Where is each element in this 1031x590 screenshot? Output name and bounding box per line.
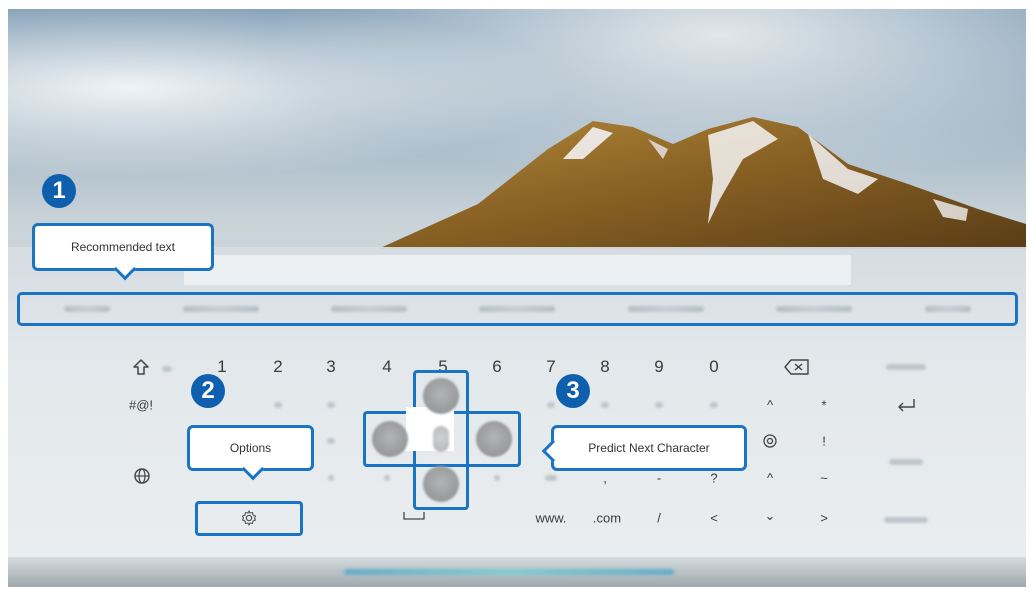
slash-key[interactable]: / (657, 511, 661, 526)
key-asterisk[interactable]: * (821, 398, 826, 413)
key-tilde[interactable]: ~ (820, 471, 828, 486)
key-blurred[interactable] (547, 402, 555, 408)
key-blurred[interactable] (655, 402, 663, 408)
key-blurred[interactable] (601, 402, 609, 408)
key-blurred[interactable] (328, 475, 334, 481)
bottom-hint-text (344, 569, 674, 575)
key-comma[interactable]: , (603, 471, 607, 486)
done-key[interactable] (889, 459, 923, 465)
recommended-item[interactable] (182, 306, 259, 312)
left-arrow-key[interactable]: < (710, 511, 718, 526)
key-blurred[interactable] (327, 402, 335, 408)
badge-1: 1 (42, 174, 76, 208)
key-blurred[interactable] (274, 402, 282, 408)
options-callout: Options (187, 425, 314, 481)
predicted-char-right[interactable] (476, 421, 512, 457)
enter-icon[interactable] (895, 397, 917, 413)
at-key[interactable] (762, 433, 778, 449)
recommended-item[interactable] (627, 306, 704, 312)
recommended-text-label: Recommended text (70, 240, 176, 254)
predicted-char-up[interactable] (423, 378, 459, 414)
gear-icon[interactable] (241, 510, 257, 526)
key-6[interactable]: 6 (492, 357, 501, 377)
key-caret-2[interactable]: ^ (767, 471, 773, 486)
recommended-item[interactable] (331, 306, 408, 312)
recommended-item[interactable] (64, 306, 111, 312)
recommended-item[interactable] (776, 306, 853, 312)
globe-icon[interactable] (133, 467, 151, 485)
key-1[interactable]: 1 (217, 357, 226, 377)
key-dash[interactable]: - (657, 471, 661, 486)
key-4[interactable]: 4 (382, 357, 391, 377)
recommended-text-callout: Recommended text (32, 223, 214, 281)
www-key[interactable]: www. (535, 511, 566, 526)
predicted-char-down[interactable] (423, 466, 459, 502)
key-3[interactable]: 3 (326, 357, 335, 377)
key-blurred[interactable] (710, 402, 718, 408)
down-arrow-key[interactable]: ⌄ (765, 508, 776, 524)
search-input[interactable] (184, 255, 851, 285)
recommended-item[interactable] (924, 306, 971, 312)
key-exclamation[interactable]: ! (822, 434, 826, 449)
badge-3: 3 (556, 374, 590, 408)
delete-all-key[interactable] (886, 364, 926, 370)
recommended-item[interactable] (479, 306, 556, 312)
shift-label (162, 366, 172, 372)
key-0[interactable]: 0 (709, 357, 718, 377)
badge-2: 2 (191, 374, 225, 408)
com-key[interactable]: .com (593, 511, 621, 526)
options-label: Options (229, 441, 272, 455)
key-blurred[interactable] (494, 475, 500, 481)
shift-icon[interactable] (132, 358, 150, 376)
key-question[interactable]: ? (710, 471, 717, 486)
space-icon[interactable] (403, 511, 425, 521)
key-7[interactable]: 7 (546, 357, 555, 377)
predict-next-character-callout: Predict Next Character (541, 425, 747, 471)
recommended-text-strip[interactable] (17, 292, 1018, 326)
backspace-icon[interactable] (784, 359, 810, 375)
key-caret[interactable]: ^ (767, 398, 773, 413)
predict-next-character-label: Predict Next Character (588, 441, 710, 455)
right-arrow-key[interactable]: > (820, 511, 828, 526)
key-blurred[interactable] (545, 475, 557, 481)
key-blurred[interactable] (384, 475, 390, 481)
symbols-toggle-key[interactable]: #@! (129, 398, 153, 413)
key-2[interactable]: 2 (273, 357, 282, 377)
predicted-char-center[interactable] (433, 426, 449, 452)
key-9[interactable]: 9 (654, 357, 663, 377)
predicted-char-left[interactable] (372, 421, 408, 457)
key-blurred[interactable] (327, 438, 335, 444)
cancel-key[interactable] (884, 517, 928, 523)
key-8[interactable]: 8 (600, 357, 609, 377)
